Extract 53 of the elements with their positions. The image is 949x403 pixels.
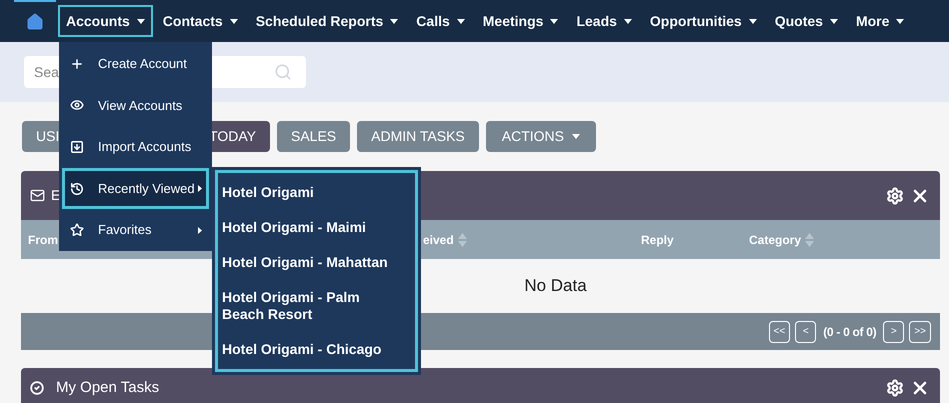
pagination-button[interactable]: >>: [909, 320, 931, 342]
actions-button[interactable]: ACTIONS: [486, 121, 596, 152]
dashboard-tab[interactable]: SALES: [277, 121, 350, 152]
pagination-button[interactable]: >: [883, 320, 904, 342]
settings-icon[interactable]: [886, 186, 904, 204]
nav-item[interactable]: Leads: [568, 5, 640, 37]
nav-item[interactable]: Quotes: [766, 5, 846, 37]
nav-item[interactable]: Contacts: [154, 5, 246, 37]
nav-item[interactable]: Scheduled Reports: [248, 5, 406, 37]
mail-icon: [30, 188, 45, 203]
import-icon: [70, 140, 84, 154]
caret-icon: [748, 18, 757, 24]
star-icon: [70, 223, 84, 238]
recent-item[interactable]: Hotel Origami - Maimi: [218, 219, 408, 236]
caret-icon: [572, 134, 580, 139]
eye-icon: [70, 98, 84, 112]
nav-item[interactable]: Calls: [408, 5, 473, 37]
home-icon: [26, 13, 44, 31]
nav-item[interactable]: Accounts: [58, 5, 153, 37]
caret-icon: [198, 185, 202, 192]
sort-icon: [458, 232, 467, 246]
pagination-button[interactable]: <<: [768, 320, 790, 342]
plus-icon: [70, 56, 84, 71]
menu-item[interactable]: Favorites: [62, 209, 209, 251]
dashboard-tab[interactable]: ADMIN TASKS: [357, 121, 479, 152]
caret-icon: [896, 18, 904, 24]
nav-item[interactable]: Opportunities: [642, 5, 765, 37]
caret-icon: [390, 18, 398, 24]
caret-icon: [198, 226, 202, 234]
caret-icon: [230, 18, 238, 24]
recent-item[interactable]: Hotel Origami: [218, 184, 408, 201]
pagination-button[interactable]: <: [795, 320, 816, 342]
task-icon: [30, 381, 44, 395]
caret-icon: [624, 18, 632, 24]
history-icon: [70, 182, 84, 196]
dashlet-title: E: [51, 186, 60, 205]
recent-item[interactable]: Hotel Origami - Mahattan: [218, 254, 408, 271]
empty-message: No Data: [523, 275, 587, 298]
caret-icon: [456, 18, 465, 24]
caret-icon: [830, 18, 838, 24]
sort-icon: [805, 232, 814, 246]
recent-item[interactable]: Hotel Origami - Chicago: [218, 341, 408, 358]
pagination-range: (0 - 0 of 0): [823, 324, 876, 340]
recent-item[interactable]: Hotel Origami - Palm Beach Resort: [218, 289, 408, 323]
dashlet-title: My Open Tasks: [56, 378, 160, 398]
caret-icon: [550, 18, 558, 24]
nav-item[interactable]: Meetings: [474, 5, 566, 37]
search-icon: [274, 63, 292, 81]
settings-icon[interactable]: [886, 379, 904, 397]
caret-icon: [136, 18, 145, 24]
nav-item[interactable]: More: [848, 5, 912, 37]
menu-item[interactable]: Create Account: [62, 43, 209, 85]
menu-item[interactable]: Recently Viewed: [62, 168, 209, 210]
